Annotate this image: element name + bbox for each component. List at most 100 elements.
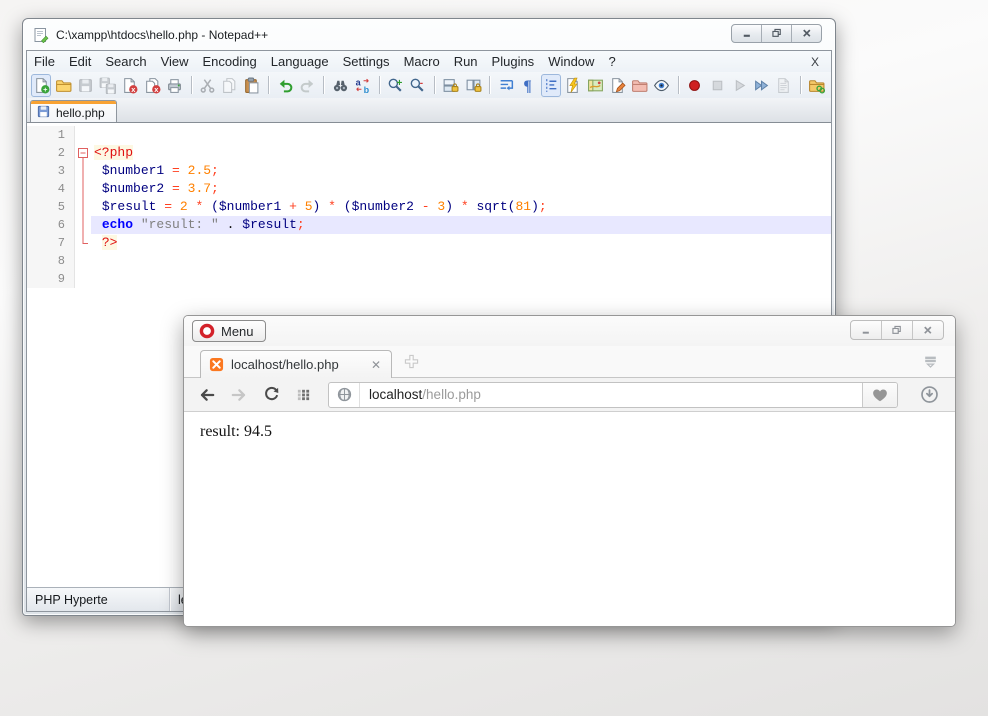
macro-stop-button[interactable] — [707, 74, 727, 97]
cut-button[interactable] — [197, 74, 217, 97]
tab-hello-php[interactable]: hello.php — [30, 100, 117, 122]
restore-button[interactable] — [761, 25, 791, 42]
menubar-close-document-button[interactable]: X — [799, 55, 831, 69]
new-file-button[interactable]: + — [31, 74, 51, 97]
line-number[interactable]: 3 — [27, 162, 75, 180]
opera-tab-localhost[interactable]: localhost/hello.php ✕ — [200, 350, 392, 378]
menu-item-file[interactable]: File — [27, 54, 62, 69]
opera-restore-button[interactable] — [881, 321, 912, 339]
fold-marker — [75, 162, 91, 180]
macro-save-button[interactable] — [774, 74, 794, 97]
line-number[interactable]: 1 — [27, 126, 75, 144]
code-text[interactable]: <?php — [91, 144, 831, 162]
code-text[interactable]: $number1 = 2.5; — [91, 162, 831, 180]
code-text[interactable]: $number2 = 3.7; — [91, 180, 831, 198]
menu-item-macro[interactable]: Macro — [397, 54, 447, 69]
opera-titlebar[interactable]: Menu — [184, 316, 955, 346]
close-all-documents-button[interactable]: x — [142, 74, 162, 97]
find-button[interactable] — [330, 74, 350, 97]
notepadpp-titlebar[interactable]: C:\xampp\htdocs\hello.php - Notepad++ — [26, 19, 832, 50]
show-all-characters-button[interactable]: ¶ — [518, 74, 538, 97]
new-tab-button[interactable] — [404, 354, 419, 369]
show-indent-guide-button[interactable] — [541, 74, 561, 97]
reload-button[interactable] — [260, 384, 282, 406]
macro-run-multiple-button[interactable] — [751, 74, 771, 97]
save-all-button[interactable] — [98, 74, 118, 97]
tab-menu-icon[interactable] — [922, 353, 939, 370]
code-text[interactable]: $result = 2 * ($number1 + 5) * ($number2… — [91, 198, 831, 216]
undo-button[interactable] — [275, 74, 295, 97]
line-number[interactable]: 7 — [27, 234, 75, 252]
code-text[interactable] — [91, 126, 831, 144]
menu-item-encoding[interactable]: Encoding — [196, 54, 264, 69]
forward-button[interactable] — [228, 384, 250, 406]
synchronize-horizontal-scrolling-button[interactable] — [463, 74, 483, 97]
svg-text:+: + — [43, 85, 48, 94]
speed-dial-icon[interactable] — [292, 384, 314, 406]
replace-button[interactable]: ab — [352, 74, 372, 97]
fold-marker[interactable] — [75, 144, 91, 162]
menu-item-help[interactable]: ? — [601, 54, 622, 69]
line-number[interactable]: 9 — [27, 270, 75, 288]
download-button[interactable] — [915, 381, 943, 409]
document-map-button[interactable] — [585, 74, 605, 97]
line-number[interactable]: 4 — [27, 180, 75, 198]
opera-minimize-button[interactable] — [851, 321, 881, 339]
site-badge-icon[interactable] — [329, 383, 360, 407]
line-number[interactable]: 5 — [27, 198, 75, 216]
redo-button[interactable] — [297, 74, 317, 97]
code-text[interactable] — [91, 252, 831, 270]
toolbar-separator — [191, 76, 192, 94]
toolbar-separator — [379, 76, 380, 94]
zoom-out-button[interactable]: - — [408, 74, 428, 97]
synchronize-vertical-scrolling-button[interactable] — [441, 74, 461, 97]
close-button[interactable] — [791, 25, 821, 42]
menu-item-settings[interactable]: Settings — [336, 54, 397, 69]
menu-item-search[interactable]: Search — [98, 54, 153, 69]
menu-item-plugins[interactable]: Plugins — [485, 54, 542, 69]
close-document-button[interactable]: x — [120, 74, 140, 97]
code-text[interactable]: ?> — [91, 234, 831, 252]
opera-menu-button[interactable]: Menu — [192, 320, 266, 342]
menu-item-window[interactable]: Window — [541, 54, 601, 69]
menu-item-run[interactable]: Run — [447, 54, 485, 69]
file-monitoring-button[interactable] — [652, 74, 672, 97]
menu-item-edit[interactable]: Edit — [62, 54, 98, 69]
toolbar-separator — [323, 76, 324, 94]
menu-item-language[interactable]: Language — [264, 54, 336, 69]
print-button[interactable] — [164, 74, 184, 97]
function-completion-button[interactable] — [563, 74, 583, 97]
statusbar-doc-type: PHP Hyperte — [27, 588, 170, 611]
opera-window-controls — [850, 320, 944, 340]
code-text[interactable] — [91, 270, 831, 288]
open-containing-folder-button[interactable] — [807, 74, 827, 97]
tab-close-icon[interactable]: ✕ — [369, 358, 383, 372]
macro-play-button[interactable] — [729, 74, 749, 97]
minimize-button[interactable] — [732, 25, 761, 42]
line-number[interactable]: 2 — [27, 144, 75, 162]
back-button[interactable] — [196, 384, 218, 406]
word-wrap-button[interactable] — [496, 74, 516, 97]
url-text[interactable]: localhost/hello.php — [360, 387, 481, 402]
notepad-menubar-items: FileEditSearchViewEncodingLanguageSettin… — [27, 54, 623, 69]
address-bar[interactable]: localhost/hello.php — [328, 382, 898, 408]
bookmark-heart-button[interactable] — [862, 383, 897, 407]
paste-button[interactable] — [242, 74, 262, 97]
user-define-dialog-button[interactable] — [607, 74, 627, 97]
zoom-in-button[interactable]: + — [386, 74, 406, 97]
open-file-button[interactable] — [53, 74, 73, 97]
macro-record-button[interactable] — [685, 74, 705, 97]
toolbar-separator — [268, 76, 269, 94]
window-controls — [731, 24, 822, 43]
code-text[interactable]: echo "result: " . $result; — [91, 216, 831, 234]
document-switcher-button[interactable] — [630, 74, 650, 97]
line-number[interactable]: 6 — [27, 216, 75, 234]
line-number[interactable]: 8 — [27, 252, 75, 270]
copy-button[interactable] — [220, 74, 240, 97]
menu-item-view[interactable]: View — [154, 54, 196, 69]
svg-text:b: b — [364, 84, 370, 93]
opera-close-button[interactable] — [912, 321, 943, 339]
save-button[interactable] — [75, 74, 95, 97]
window-title: C:\xampp\htdocs\hello.php - Notepad++ — [56, 28, 268, 42]
saved-file-icon — [36, 104, 51, 119]
